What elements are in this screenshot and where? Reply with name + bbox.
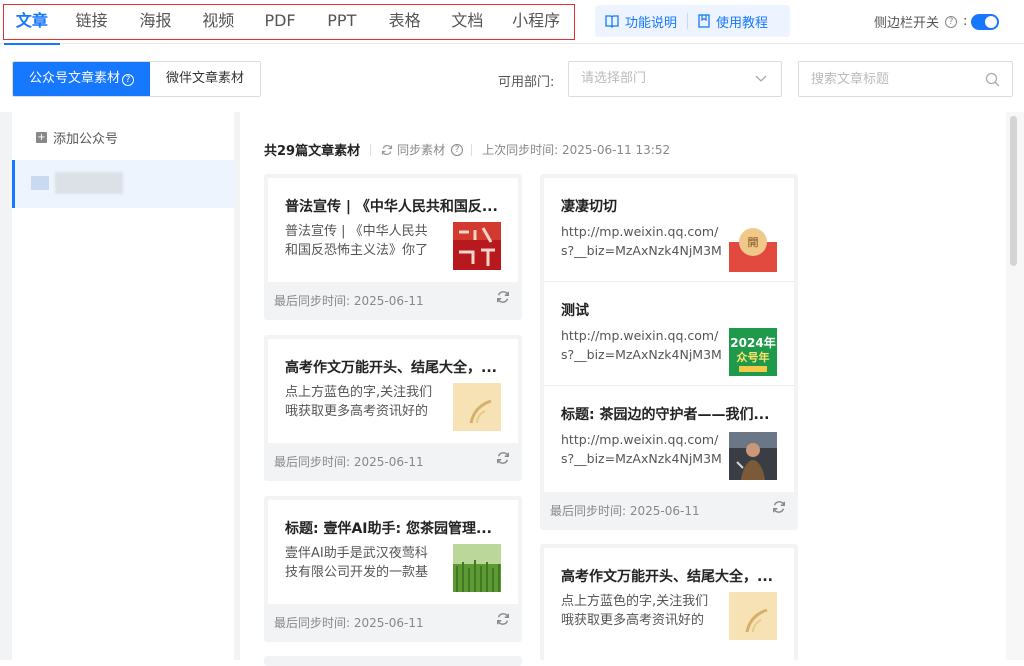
tutorial-button[interactable]: 使用教程 bbox=[688, 5, 778, 37]
tab-article[interactable]: 文章 bbox=[4, 4, 60, 45]
article-title: 测试 bbox=[561, 303, 589, 319]
article-desc: 壹伴AI助手是武汉夜莺科技有限公司开发的一款基于公... bbox=[285, 546, 429, 580]
sync-icon bbox=[381, 144, 393, 155]
sync-time: 最后同步时间: 2025-06-11 bbox=[274, 455, 424, 469]
article-thumbnail bbox=[453, 544, 501, 592]
resync-icon[interactable] bbox=[496, 290, 510, 304]
sidebar-toggle-switch[interactable] bbox=[971, 13, 1000, 30]
resync-icon[interactable] bbox=[496, 612, 510, 626]
feature-guide-label: 功能说明 bbox=[625, 15, 678, 31]
account-item[interactable] bbox=[12, 160, 234, 208]
article-thumbnail bbox=[453, 383, 501, 431]
sync-time: 最后同步时间: 2025-06-11 bbox=[550, 504, 700, 518]
article-desc: 点上方蓝色的字,关注我们哦获取更多高考资讯好的开头... bbox=[285, 385, 433, 419]
article-title: 凄凄切切 bbox=[561, 199, 617, 215]
divider bbox=[370, 143, 372, 156]
article-thumbnail: 2024年众号年 bbox=[729, 328, 777, 376]
document-icon bbox=[698, 14, 710, 28]
sync-time: 最后同步时间: 2025-06-11 bbox=[274, 616, 424, 630]
article-thumbnail bbox=[729, 432, 777, 480]
tab-public-account-material[interactable]: 公众号文章素材? bbox=[13, 62, 151, 96]
top-bar: 文章 链接 海报 视频 PDF PPT 表格 文档 小程序 功能说明 使用教程 … bbox=[0, 0, 1024, 45]
department-select[interactable]: 请选择部门 bbox=[568, 61, 782, 97]
source-tabs: 公众号文章素材? 微伴文章素材 bbox=[12, 61, 262, 97]
resync-icon[interactable] bbox=[496, 451, 510, 465]
svg-text:众号年: 众号年 bbox=[737, 350, 770, 364]
plus-icon: + bbox=[36, 132, 47, 143]
group-item[interactable]: 标题: 茶园边的守护者——我们... http://mp.weixin.qq.c… bbox=[544, 386, 794, 490]
article-title: 高考作文万能开头、结尾大全，... bbox=[285, 360, 497, 376]
tab-video[interactable]: 视频 bbox=[187, 4, 249, 40]
department-placeholder: 请选择部门 bbox=[581, 71, 647, 86]
help-circle-icon[interactable]: ? bbox=[122, 74, 135, 86]
main-area: + 添加公众号 共29篇文章素材 同步素材 ? 上次同步时间: 2025-06-… bbox=[0, 112, 1024, 666]
article-url: http://mp.weixin.qq.com/s?__biz=MzAxNzk4… bbox=[561, 432, 722, 466]
help-circle-icon[interactable]: ? bbox=[451, 143, 464, 156]
add-account-button[interactable]: + 添加公众号 bbox=[36, 128, 118, 147]
article-card-partial bbox=[264, 656, 522, 666]
article-card[interactable]: 标题: 壹伴AI助手: 您茶园管理... 壹伴AI助手是武汉夜莺科技有限公司开发… bbox=[264, 496, 522, 642]
article-title: 高考作文万能开头、结尾大全，... bbox=[561, 569, 773, 585]
scrollbar-thumb[interactable] bbox=[1010, 116, 1017, 266]
help-group: 功能说明 使用教程 bbox=[595, 5, 790, 37]
article-thumbnail bbox=[453, 222, 501, 270]
article-title: 标题: 茶园边的守护者——我们... bbox=[561, 407, 770, 423]
article-desc: 普法宣传 | 《中华人民共和国反恐怖主义法》你了解... bbox=[285, 224, 429, 258]
tab-ppt[interactable]: PPT bbox=[311, 4, 373, 40]
article-thumbnail bbox=[729, 592, 777, 640]
search-input[interactable] bbox=[799, 62, 979, 96]
article-card[interactable]: 高考作文万能开头、结尾大全，... 点上方蓝色的字,关注我们哦获取更多高考资讯好… bbox=[540, 544, 798, 660]
help-circle-icon[interactable]: ? bbox=[945, 15, 958, 28]
sidebar-toggle-label: 侧边栏开关 bbox=[874, 16, 940, 31]
tab-table[interactable]: 表格 bbox=[373, 4, 437, 40]
divider bbox=[471, 143, 473, 156]
stats-bar: 共29篇文章素材 同步素材 ? 上次同步时间: 2025-06-11 13:52 bbox=[264, 140, 670, 159]
account-name-blurred bbox=[55, 172, 123, 194]
sidebar-toggle-group: 侧边栏开关 ? : bbox=[874, 12, 1000, 31]
tab-miniprogram[interactable]: 小程序 bbox=[498, 4, 574, 40]
article-card[interactable]: 普法宣传 | 《中华人民共和国反... 普法宣传 | 《中华人民共和国反恐怖主义… bbox=[264, 174, 522, 320]
resync-icon[interactable] bbox=[772, 500, 786, 514]
add-account-label: 添加公众号 bbox=[53, 132, 119, 147]
filter-bar: 公众号文章素材? 微伴文章素材 可用部门: 请选择部门 bbox=[0, 44, 1024, 112]
sync-material-button[interactable]: 同步素材 bbox=[381, 141, 445, 158]
chevron-down-icon bbox=[755, 75, 767, 82]
tab-link[interactable]: 链接 bbox=[60, 4, 124, 40]
article-group-card[interactable]: 凄凄切切 http://mp.weixin.qq.com/s?__biz=MzA… bbox=[540, 174, 798, 530]
account-sidebar: + 添加公众号 bbox=[12, 112, 234, 660]
tab-poster[interactable]: 海报 bbox=[124, 4, 188, 40]
feature-guide-button[interactable]: 功能说明 bbox=[595, 5, 687, 37]
article-title: 标题: 壹伴AI助手: 您茶园管理... bbox=[285, 521, 492, 537]
article-title: 普法宣传 | 《中华人民共和国反... bbox=[285, 199, 498, 215]
tab-doc[interactable]: 文档 bbox=[436, 4, 498, 40]
article-card[interactable]: 高考作文万能开头、结尾大全，... 点上方蓝色的字,关注我们哦获取更多高考资讯好… bbox=[264, 335, 522, 481]
tutorial-label: 使用教程 bbox=[716, 15, 769, 31]
last-sync-time: 上次同步时间: 2025-06-11 13:52 bbox=[482, 143, 671, 157]
colon-text: : bbox=[963, 14, 968, 29]
article-url: http://mp.weixin.qq.com/s?__biz=MzAxNzk4… bbox=[561, 224, 722, 258]
book-icon bbox=[605, 14, 619, 28]
sync-time: 最后同步时间: 2025-06-11 bbox=[274, 294, 424, 308]
svg-text:開: 開 bbox=[748, 236, 759, 249]
article-list-panel: 共29篇文章素材 同步素材 ? 上次同步时间: 2025-06-11 13:52… bbox=[240, 112, 1006, 666]
article-count: 共29篇文章素材 bbox=[264, 144, 361, 159]
svg-text:2024年: 2024年 bbox=[730, 335, 775, 350]
group-item[interactable]: 测试 http://mp.weixin.qq.com/s?__biz=MzAxN… bbox=[544, 282, 794, 386]
avatar bbox=[31, 176, 49, 190]
tab-pdf[interactable]: PDF bbox=[249, 4, 311, 40]
sync-label: 同步素材 bbox=[397, 143, 446, 157]
group-item[interactable]: 凄凄切切 http://mp.weixin.qq.com/s?__biz=MzA… bbox=[544, 178, 794, 282]
article-thumbnail: 開 bbox=[729, 224, 777, 272]
department-label: 可用部门: bbox=[498, 75, 555, 90]
scrollbar[interactable] bbox=[1006, 112, 1024, 660]
search-icon[interactable] bbox=[985, 72, 1000, 87]
article-url: http://mp.weixin.qq.com/s?__biz=MzAxNzk4… bbox=[561, 328, 722, 362]
tab-wecom-material[interactable]: 微伴文章素材 bbox=[150, 62, 261, 96]
material-type-tabs: 文章 链接 海报 视频 PDF PPT 表格 文档 小程序 bbox=[3, 4, 575, 45]
search-box bbox=[798, 61, 1013, 97]
article-desc: 点上方蓝色的字,关注我们哦获取更多高考资讯好的开头... bbox=[561, 594, 709, 628]
